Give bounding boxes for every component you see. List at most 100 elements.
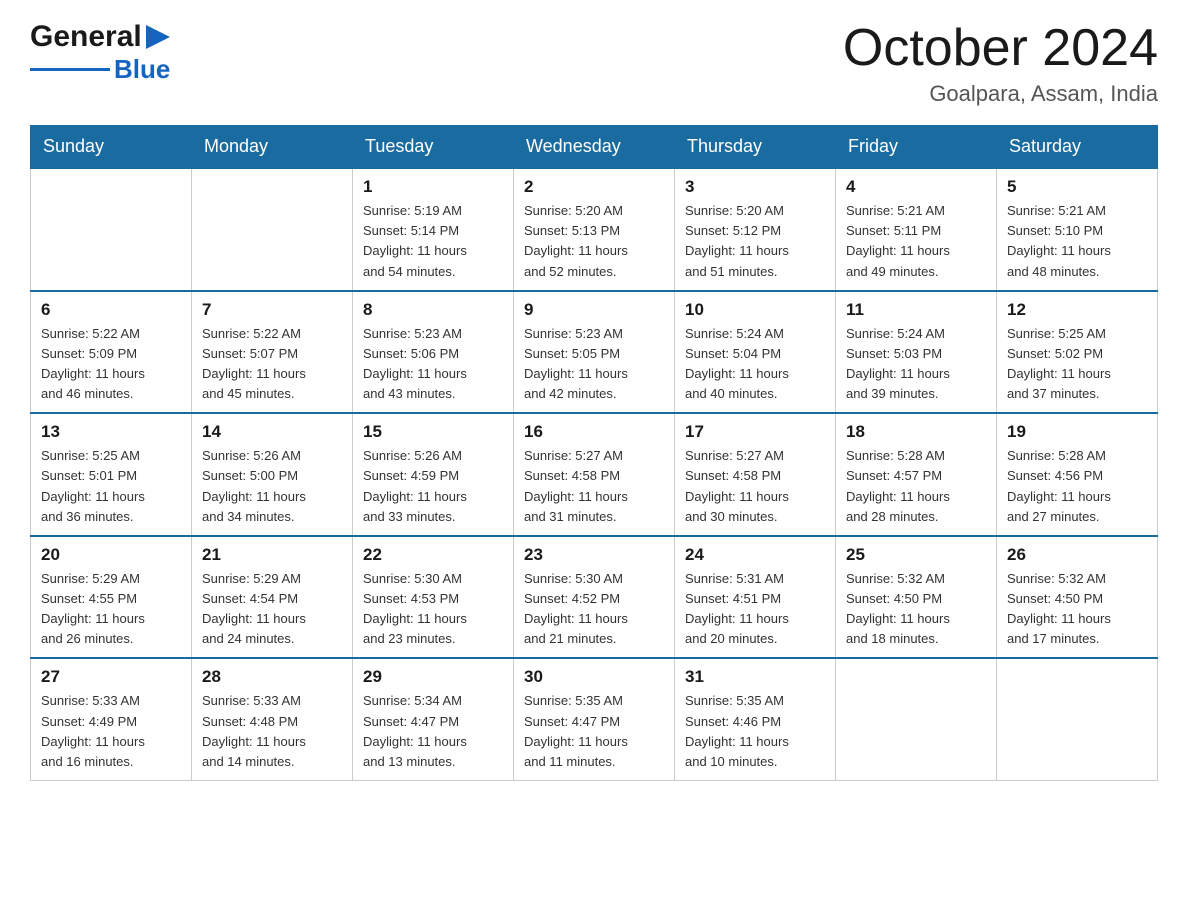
day-info: Sunrise: 5:26 AM Sunset: 5:00 PM Dayligh… — [202, 446, 342, 527]
calendar-cell: 28 Sunrise: 5:33 AM Sunset: 4:48 PM Dayli… — [192, 658, 353, 780]
day-number: 30 — [524, 667, 664, 687]
subtitle: Goalpara, Assam, India — [843, 81, 1158, 107]
calendar-cell: 4 Sunrise: 5:21 AM Sunset: 5:11 PM Daylig… — [836, 168, 997, 291]
page-header: General Blue October 2024 Goalpara, Assa… — [30, 20, 1158, 107]
calendar-cell: 14 Sunrise: 5:26 AM Sunset: 5:00 PM Dayli… — [192, 413, 353, 536]
calendar-cell: 13 Sunrise: 5:25 AM Sunset: 5:01 PM Dayli… — [31, 413, 192, 536]
day-number: 27 — [41, 667, 181, 687]
calendar-cell: 16 Sunrise: 5:27 AM Sunset: 4:58 PM Dayli… — [514, 413, 675, 536]
day-number: 9 — [524, 300, 664, 320]
day-info: Sunrise: 5:27 AM Sunset: 4:58 PM Dayligh… — [524, 446, 664, 527]
day-info: Sunrise: 5:33 AM Sunset: 4:48 PM Dayligh… — [202, 691, 342, 772]
calendar-cell: 21 Sunrise: 5:29 AM Sunset: 4:54 PM Dayli… — [192, 536, 353, 659]
calendar-cell: 27 Sunrise: 5:33 AM Sunset: 4:49 PM Dayli… — [31, 658, 192, 780]
day-info: Sunrise: 5:32 AM Sunset: 4:50 PM Dayligh… — [846, 569, 986, 650]
calendar-cell: 20Sunrise: 5:29 AM Sunset: 4:55 PM Dayli… — [31, 536, 192, 659]
day-info: Sunrise: 5:28 AM Sunset: 4:57 PM Dayligh… — [846, 446, 986, 527]
calendar-cell: 12 Sunrise: 5:25 AM Sunset: 5:02 PM Dayli… — [997, 291, 1158, 414]
day-info: Sunrise: 5:25 AM Sunset: 5:02 PM Dayligh… — [1007, 324, 1147, 405]
calendar-cell: 30 Sunrise: 5:35 AM Sunset: 4:47 PM Dayli… — [514, 658, 675, 780]
calendar-cell: 23 Sunrise: 5:30 AM Sunset: 4:52 PM Dayli… — [514, 536, 675, 659]
day-number: 2 — [524, 177, 664, 197]
day-info: Sunrise: 5:25 AM Sunset: 5:01 PM Dayligh… — [41, 446, 181, 527]
day-number: 29 — [363, 667, 503, 687]
day-info: Sunrise: 5:21 AM Sunset: 5:10 PM Dayligh… — [1007, 201, 1147, 282]
calendar-cell: 7 Sunrise: 5:22 AM Sunset: 5:07 PM Daylig… — [192, 291, 353, 414]
calendar-cell: 25 Sunrise: 5:32 AM Sunset: 4:50 PM Dayli… — [836, 536, 997, 659]
logo-general: General — [30, 20, 142, 54]
day-number: 23 — [524, 545, 664, 565]
day-number: 1 — [363, 177, 503, 197]
day-info: Sunrise: 5:31 AM Sunset: 4:51 PM Dayligh… — [685, 569, 825, 650]
day-number: 4 — [846, 177, 986, 197]
title-section: October 2024 Goalpara, Assam, India — [843, 20, 1158, 107]
day-info: Sunrise: 5:20 AM Sunset: 5:12 PM Dayligh… — [685, 201, 825, 282]
calendar-cell: 22Sunrise: 5:30 AM Sunset: 4:53 PM Dayli… — [353, 536, 514, 659]
day-number: 31 — [685, 667, 825, 687]
day-info: Sunrise: 5:22 AM Sunset: 5:07 PM Dayligh… — [202, 324, 342, 405]
calendar-cell: 10 Sunrise: 5:24 AM Sunset: 5:04 PM Dayli… — [675, 291, 836, 414]
day-info: Sunrise: 5:24 AM Sunset: 5:03 PM Dayligh… — [846, 324, 986, 405]
calendar-cell: 15 Sunrise: 5:26 AM Sunset: 4:59 PM Dayli… — [353, 413, 514, 536]
day-info: Sunrise: 5:27 AM Sunset: 4:58 PM Dayligh… — [685, 446, 825, 527]
calendar-table: SundayMondayTuesdayWednesdayThursdayFrid… — [30, 125, 1158, 781]
day-info: Sunrise: 5:21 AM Sunset: 5:11 PM Dayligh… — [846, 201, 986, 282]
calendar-cell — [997, 658, 1158, 780]
day-info: Sunrise: 5:32 AM Sunset: 4:50 PM Dayligh… — [1007, 569, 1147, 650]
day-number: 21 — [202, 545, 342, 565]
day-number: 19 — [1007, 422, 1147, 442]
logo-blue: Blue — [114, 54, 170, 85]
calendar-cell: 6Sunrise: 5:22 AM Sunset: 5:09 PM Daylig… — [31, 291, 192, 414]
day-number: 15 — [363, 422, 503, 442]
day-info: Sunrise: 5:24 AM Sunset: 5:04 PM Dayligh… — [685, 324, 825, 405]
calendar-cell: 8Sunrise: 5:23 AM Sunset: 5:06 PM Daylig… — [353, 291, 514, 414]
weekday-header-sunday: Sunday — [31, 126, 192, 169]
day-info: Sunrise: 5:34 AM Sunset: 4:47 PM Dayligh… — [363, 691, 503, 772]
day-number: 7 — [202, 300, 342, 320]
weekday-header-tuesday: Tuesday — [353, 126, 514, 169]
day-number: 18 — [846, 422, 986, 442]
calendar-cell: 24Sunrise: 5:31 AM Sunset: 4:51 PM Dayli… — [675, 536, 836, 659]
day-number: 10 — [685, 300, 825, 320]
calendar-cell: 1 Sunrise: 5:19 AM Sunset: 5:14 PM Daylig… — [353, 168, 514, 291]
calendar-cell: 19Sunrise: 5:28 AM Sunset: 4:56 PM Dayli… — [997, 413, 1158, 536]
calendar-cell: 31 Sunrise: 5:35 AM Sunset: 4:46 PM Dayli… — [675, 658, 836, 780]
day-number: 16 — [524, 422, 664, 442]
calendar-cell — [192, 168, 353, 291]
week-row-3: 13 Sunrise: 5:25 AM Sunset: 5:01 PM Dayli… — [31, 413, 1158, 536]
weekday-header-wednesday: Wednesday — [514, 126, 675, 169]
weekday-header-row: SundayMondayTuesdayWednesdayThursdayFrid… — [31, 126, 1158, 169]
day-info: Sunrise: 5:19 AM Sunset: 5:14 PM Dayligh… — [363, 201, 503, 282]
day-info: Sunrise: 5:35 AM Sunset: 4:47 PM Dayligh… — [524, 691, 664, 772]
calendar-cell — [836, 658, 997, 780]
day-number: 17 — [685, 422, 825, 442]
day-number: 5 — [1007, 177, 1147, 197]
calendar-cell: 17 Sunrise: 5:27 AM Sunset: 4:58 PM Dayli… — [675, 413, 836, 536]
day-number: 8 — [363, 300, 503, 320]
day-number: 3 — [685, 177, 825, 197]
calendar-cell — [31, 168, 192, 291]
calendar-cell: 9 Sunrise: 5:23 AM Sunset: 5:05 PM Daylig… — [514, 291, 675, 414]
calendar-cell: 5 Sunrise: 5:21 AM Sunset: 5:10 PM Daylig… — [997, 168, 1158, 291]
day-info: Sunrise: 5:23 AM Sunset: 5:05 PM Dayligh… — [524, 324, 664, 405]
day-number: 25 — [846, 545, 986, 565]
day-number: 28 — [202, 667, 342, 687]
day-info: Sunrise: 5:33 AM Sunset: 4:49 PM Dayligh… — [41, 691, 181, 772]
day-number: 11 — [846, 300, 986, 320]
week-row-4: 20Sunrise: 5:29 AM Sunset: 4:55 PM Dayli… — [31, 536, 1158, 659]
calendar-cell: 18 Sunrise: 5:28 AM Sunset: 4:57 PM Dayli… — [836, 413, 997, 536]
calendar-cell: 26Sunrise: 5:32 AM Sunset: 4:50 PM Dayli… — [997, 536, 1158, 659]
day-number: 14 — [202, 422, 342, 442]
day-number: 13 — [41, 422, 181, 442]
day-info: Sunrise: 5:20 AM Sunset: 5:13 PM Dayligh… — [524, 201, 664, 282]
main-title: October 2024 — [843, 20, 1158, 77]
calendar-cell: 2 Sunrise: 5:20 AM Sunset: 5:13 PM Daylig… — [514, 168, 675, 291]
day-number: 12 — [1007, 300, 1147, 320]
day-info: Sunrise: 5:35 AM Sunset: 4:46 PM Dayligh… — [685, 691, 825, 772]
day-info: Sunrise: 5:29 AM Sunset: 4:55 PM Dayligh… — [41, 569, 181, 650]
calendar-cell: 11 Sunrise: 5:24 AM Sunset: 5:03 PM Dayli… — [836, 291, 997, 414]
day-info: Sunrise: 5:26 AM Sunset: 4:59 PM Dayligh… — [363, 446, 503, 527]
calendar-cell: 29 Sunrise: 5:34 AM Sunset: 4:47 PM Dayli… — [353, 658, 514, 780]
day-info: Sunrise: 5:30 AM Sunset: 4:52 PM Dayligh… — [524, 569, 664, 650]
day-info: Sunrise: 5:29 AM Sunset: 4:54 PM Dayligh… — [202, 569, 342, 650]
